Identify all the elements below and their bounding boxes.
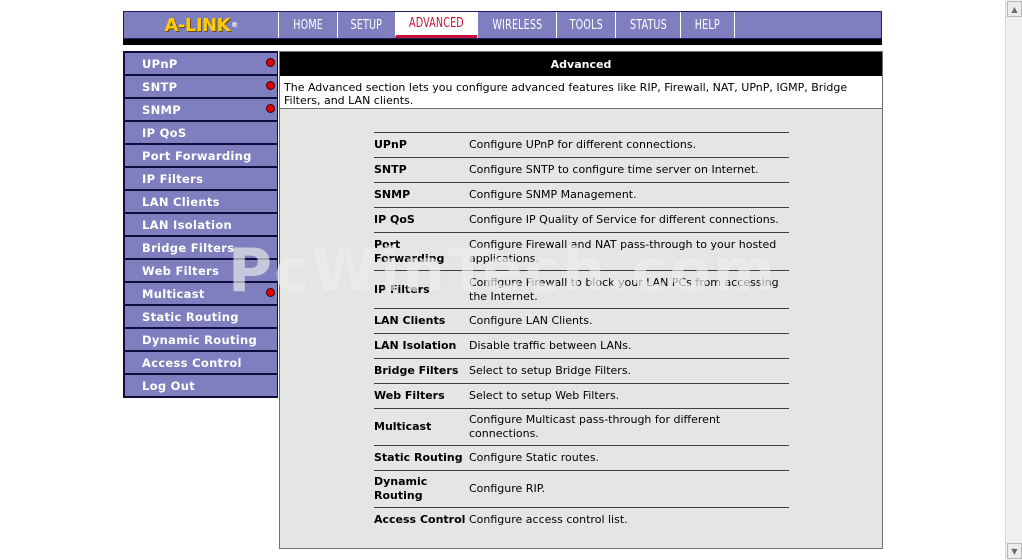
logo-mark: ® <box>231 21 238 29</box>
table-row: Dynamic Routing Configure RIP. <box>374 470 789 507</box>
sidebar-item-dynamic-routing[interactable]: Dynamic Routing <box>125 329 277 350</box>
top-nav-bar: A-LINK ® HOME SETUP ADVANCED WIRELESS TOO… <box>123 11 882 39</box>
sidebar-item-multicast[interactable]: Multicast <box>125 283 277 304</box>
red-dot-icon <box>266 288 275 297</box>
page-title: Advanced <box>280 52 882 76</box>
sidebar-item-upnp[interactable]: UPnP <box>125 53 277 74</box>
vertical-scrollbar[interactable]: ▲ ▼ <box>1005 0 1022 560</box>
sidebar-item-ip-qos[interactable]: IP QoS <box>125 122 277 143</box>
red-dot-icon <box>266 58 275 67</box>
table-row: LAN Clients Configure LAN Clients. <box>374 308 789 333</box>
intro-text: The Advanced section lets you configure … <box>280 76 882 109</box>
tab-home[interactable]: HOME <box>278 12 337 38</box>
tab-help[interactable]: HELP <box>680 12 734 38</box>
table-row: Multicast Configure Multicast pass-throu… <box>374 408 789 445</box>
sidebar-item-snmp[interactable]: SNMP <box>125 99 277 120</box>
tab-tools[interactable]: TOOLS <box>556 12 615 38</box>
sidebar-item-ip-filters[interactable]: IP Filters <box>125 168 277 189</box>
sidebar-menu: UPnP SNTP SNMP IP QoS Port Forwarding IP… <box>123 51 278 398</box>
table-row: Access Control Configure access control … <box>374 507 789 532</box>
sidebar-item-log-out[interactable]: Log Out <box>125 375 277 396</box>
table-row: Web Filters Select to setup Web Filters. <box>374 383 789 408</box>
header-gap <box>123 45 882 49</box>
table-row: SNMP Configure SNMP Management. <box>374 182 789 207</box>
tab-status[interactable]: STATUS <box>615 12 680 38</box>
sidebar-item-sntp[interactable]: SNTP <box>125 76 277 97</box>
sidebar-item-lan-clients[interactable]: LAN Clients <box>125 191 277 212</box>
tab-advanced[interactable]: ADVANCED <box>395 12 477 38</box>
table-row: Static Routing Configure Static routes. <box>374 445 789 470</box>
table-row: IP Filters Configure Firewall to block y… <box>374 270 789 308</box>
sidebar-item-bridge-filters[interactable]: Bridge Filters <box>125 237 277 258</box>
sidebar-item-lan-isolation[interactable]: LAN Isolation <box>125 214 277 235</box>
table-row: UPnP Configure UPnP for different connec… <box>374 132 789 157</box>
scroll-up-arrow-icon[interactable]: ▲ <box>1007 1 1022 17</box>
sidebar-item-static-routing[interactable]: Static Routing <box>125 306 277 327</box>
feature-table: UPnP Configure UPnP for different connec… <box>374 132 789 532</box>
table-row: IP QoS Configure IP Quality of Service f… <box>374 207 789 232</box>
tab-wireless[interactable]: WIRELESS <box>477 12 556 38</box>
logo-text: A-LINK <box>164 14 231 36</box>
main-content: Advanced The Advanced section lets you c… <box>279 51 883 549</box>
tab-setup[interactable]: SETUP <box>337 12 395 38</box>
router-admin-page: A-LINK ® HOME SETUP ADVANCED WIRELESS TOO… <box>0 0 1022 560</box>
table-row: LAN Isolation Disable traffic between LA… <box>374 333 789 358</box>
brand-logo: A-LINK ® <box>124 12 278 38</box>
table-row: SNTP Configure SNTP to configure time se… <box>374 157 789 182</box>
red-dot-icon <box>266 104 275 113</box>
nav-filler <box>734 12 881 38</box>
table-row: Bridge Filters Select to setup Bridge Fi… <box>374 358 789 383</box>
red-dot-icon <box>266 81 275 90</box>
sidebar-item-access-control[interactable]: Access Control <box>125 352 277 373</box>
scroll-down-arrow-icon[interactable]: ▼ <box>1007 543 1022 559</box>
table-row: Port Forwarding Configure Firewall and N… <box>374 232 789 270</box>
sidebar-item-web-filters[interactable]: Web Filters <box>125 260 277 281</box>
sidebar-item-port-forwarding[interactable]: Port Forwarding <box>125 145 277 166</box>
